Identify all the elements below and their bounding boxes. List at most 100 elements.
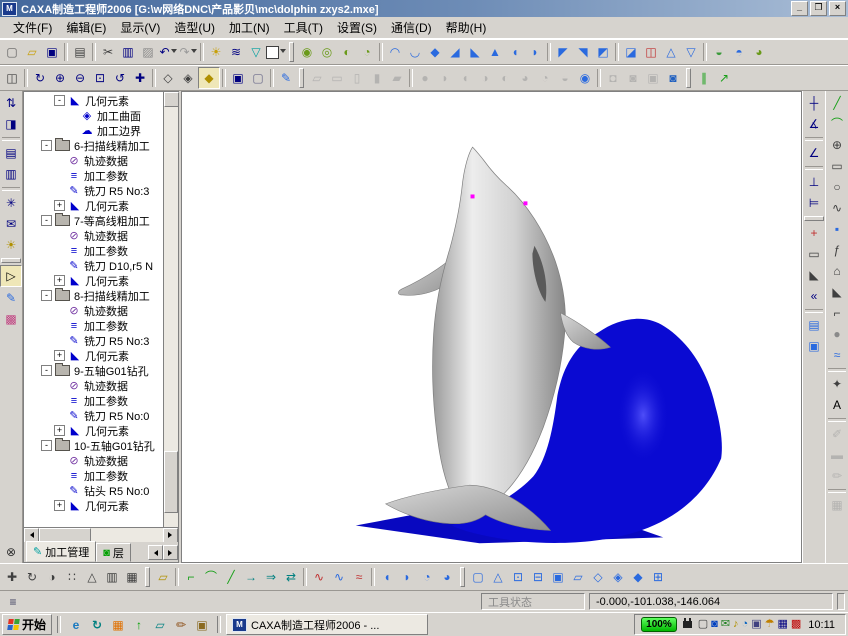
menu-modeling[interactable]: 造型(U) <box>167 17 222 38</box>
corner-line[interactable]: ⌐ <box>827 303 847 323</box>
tree-item[interactable]: ⊘轨迹数据 <box>24 228 163 243</box>
doc-save-view[interactable]: ▣ <box>804 336 824 356</box>
tree-item[interactable]: ✎钻头 R5 No:0 <box>24 483 163 498</box>
tray-volume-icon[interactable]: ♪ <box>733 619 739 630</box>
zoom-in[interactable]: ⊕ <box>50 68 70 88</box>
tree-item[interactable]: -9-五轴G01钻孔 <box>24 363 163 378</box>
menu-edit[interactable]: 编辑(E) <box>59 17 113 38</box>
curve-gen-2[interactable]: ◎ <box>317 42 337 62</box>
tree-vscroll-thumb[interactable] <box>164 451 178 513</box>
surface-extend-tool[interactable]: ◥ <box>573 42 593 62</box>
update-model[interactable]: ◙ <box>663 68 683 88</box>
select-cursor[interactable]: ▷ <box>0 265 22 287</box>
tray-antivirus-icon[interactable]: ◙ <box>711 619 718 630</box>
close-button[interactable]: × <box>829 1 846 16</box>
message-panel[interactable]: ✉ <box>1 214 21 234</box>
doc-info[interactable]: ▤ <box>804 315 824 335</box>
formula-curve[interactable]: ƒ <box>827 240 847 260</box>
screen-hatch[interactable]: ∥ <box>694 68 714 88</box>
expand-toggle-icon[interactable]: + <box>54 275 65 286</box>
feature-check[interactable]: ◉ <box>575 68 595 88</box>
surface-ruled[interactable]: ◢ <box>445 42 465 62</box>
undo-dropdown-icon[interactable] <box>171 49 177 56</box>
geo-scale[interactable]: △ <box>82 567 102 587</box>
quicklaunch-upload[interactable]: ↑ <box>129 615 149 634</box>
plane-tool-5[interactable]: ▣ <box>548 567 568 587</box>
surface-trim2[interactable]: ◖ <box>377 567 397 587</box>
surface-loft[interactable]: ◆ <box>425 42 445 62</box>
curve-projection[interactable]: ⇅ <box>1 93 21 113</box>
dim-curve-axes[interactable]: ∠ <box>804 143 824 163</box>
surface-sew-tool[interactable]: ◩ <box>593 42 613 62</box>
tree-item[interactable]: ⊘轨迹数据 <box>24 378 163 393</box>
refresh-view[interactable]: ↺ <box>110 68 130 88</box>
display-hidden-line[interactable]: ◈ <box>178 68 198 88</box>
blob-tool[interactable]: ● <box>827 324 847 344</box>
tree-item[interactable]: +◣几何元素 <box>24 498 163 513</box>
quicklaunch-pencil-cup[interactable]: ✏ <box>171 615 191 634</box>
tree-item[interactable]: ≡加工参数 <box>24 318 163 333</box>
toolbar-grip[interactable] <box>460 567 465 587</box>
draw-pencil[interactable]: ✎ <box>1 288 21 308</box>
paste[interactable]: ▨ <box>138 42 158 62</box>
feature-sweep[interactable]: ▯ <box>347 68 367 88</box>
start-button[interactable]: 开始 <box>2 614 52 635</box>
tree-item[interactable]: ✎铣刀 R5 No:3 <box>24 333 163 348</box>
feature-shell[interactable]: ◑ <box>475 68 495 88</box>
toolbar-grip[interactable] <box>289 42 294 62</box>
copy[interactable]: ▥ <box>118 42 138 62</box>
cut[interactable]: ✂ <box>98 42 118 62</box>
dim-angle[interactable]: ∡ <box>804 114 824 134</box>
plane-tool-1[interactable]: ▢ <box>468 567 488 587</box>
collapse-toggle-icon[interactable]: - <box>41 140 52 151</box>
menu-help[interactable]: 帮助(H) <box>439 17 494 38</box>
menu-settings[interactable]: 设置(S) <box>330 17 384 38</box>
surface-offset[interactable]: ◖ <box>505 42 525 62</box>
curve-gen-4[interactable]: ◔ <box>357 42 377 62</box>
measure-spray[interactable]: « <box>804 286 824 306</box>
surface-op-1[interactable]: ◪ <box>621 42 641 62</box>
sketch-pen[interactable]: ✎ <box>276 68 296 88</box>
quicklaunch-orange-app[interactable]: ▦ <box>108 615 128 634</box>
zoom-out[interactable]: ⊖ <box>70 68 90 88</box>
collapse-toggle-icon[interactable]: - <box>41 440 52 451</box>
sketch-trace[interactable]: ▥ <box>1 164 21 184</box>
tray-input-icon[interactable]: ▦ <box>777 619 787 630</box>
pin-marker[interactable]: ↗ <box>714 68 734 88</box>
toolbar-grip[interactable] <box>145 567 150 587</box>
toolbar-grip[interactable] <box>1 258 21 263</box>
toolbar-grip[interactable] <box>804 216 824 221</box>
open-file[interactable]: ▱ <box>22 42 42 62</box>
tray-network-icon[interactable]: ▣ <box>751 619 761 630</box>
expand-toggle-icon[interactable]: + <box>54 500 65 511</box>
surface-op-3[interactable]: △ <box>661 42 681 62</box>
measure-triangle[interactable]: ◣ <box>804 265 824 285</box>
surface-rotate[interactable]: ◡ <box>405 42 425 62</box>
tree-item[interactable]: -10-五轴G01钻孔 <box>24 438 163 453</box>
solid-op-2[interactable]: ◙ <box>623 68 643 88</box>
curve-trim[interactable]: ⌐ <box>181 567 201 587</box>
tree-item[interactable]: ≡加工参数 <box>24 243 163 258</box>
circle-tool[interactable]: ⊕ <box>827 135 847 155</box>
tree-item[interactable]: +◣几何元素 <box>24 348 163 363</box>
brush-tool[interactable]: ✏ <box>827 466 847 486</box>
geo-mirror[interactable]: ◑ <box>42 567 62 587</box>
line-edit-3[interactable]: ≈ <box>349 567 369 587</box>
dim-coordinate[interactable]: ┼ <box>804 93 824 113</box>
geo-paste[interactable]: ▦ <box>122 567 142 587</box>
surface-patch[interactable]: ▲ <box>485 42 505 62</box>
surface-op-6[interactable]: ◓ <box>729 42 749 62</box>
curve-chamfer[interactable]: ╱ <box>221 567 241 587</box>
feature-boolean[interactable]: ◒ <box>555 68 575 88</box>
restore-button[interactable]: ❐ <box>810 1 827 16</box>
render-toggle[interactable]: ☀ <box>206 42 226 62</box>
layer-copy[interactable]: ▢ <box>248 68 268 88</box>
feature-draft[interactable]: ◐ <box>495 68 515 88</box>
tree-item[interactable]: ☁加工边界 <box>24 123 163 138</box>
menu-communication[interactable]: 通信(D) <box>384 17 439 38</box>
tray-mail-icon[interactable]: ✉ <box>721 619 730 630</box>
measure-ruler[interactable]: ▭ <box>804 244 824 264</box>
tray-umbrella-icon[interactable]: ☂ <box>765 619 775 630</box>
surface-op-2[interactable]: ◫ <box>641 42 661 62</box>
quicklaunch-photo[interactable]: ▣ <box>192 615 212 634</box>
